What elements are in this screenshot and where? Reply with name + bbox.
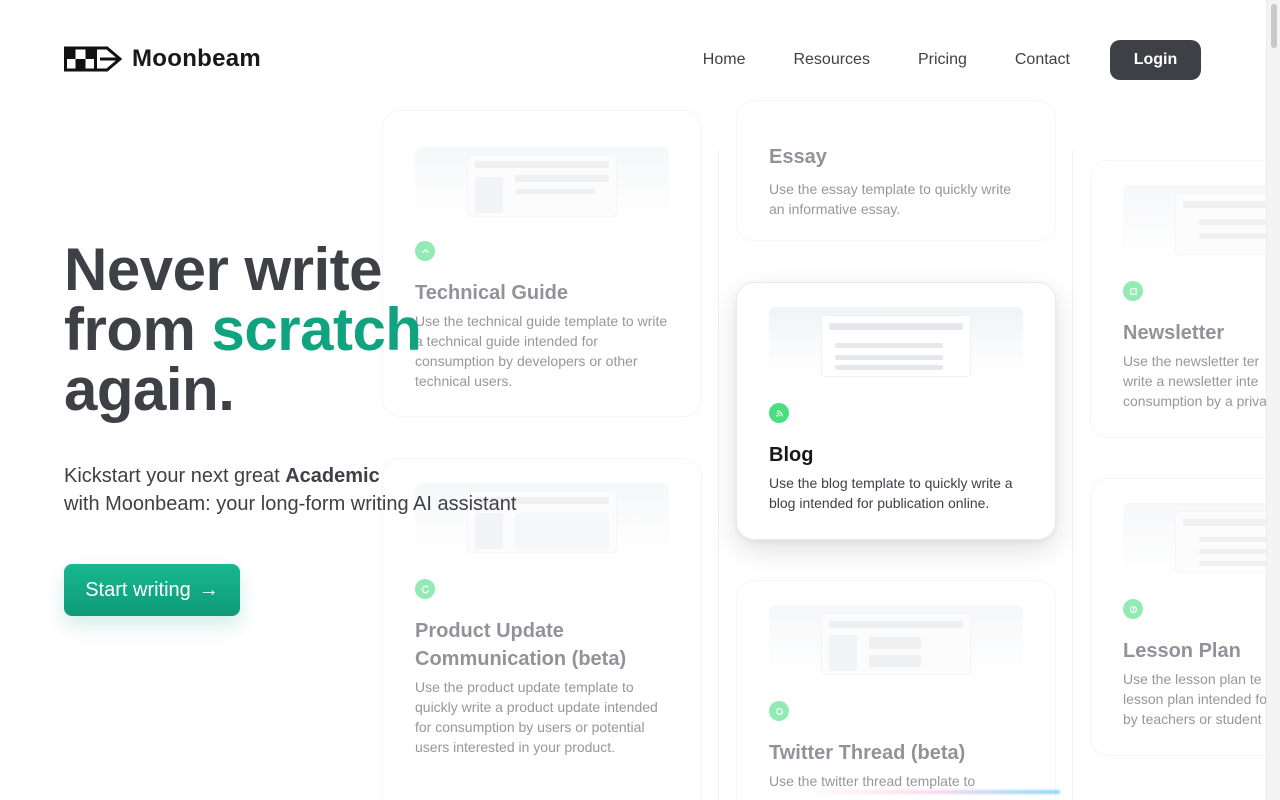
card-title: Twitter Thread (beta) — [769, 742, 966, 764]
arrow-right-icon: → — [198, 578, 219, 601]
card-description: Use the blog template to quickly write a… — [769, 475, 1013, 511]
newspaper-icon — [1123, 281, 1143, 301]
clock-icon — [1123, 599, 1143, 619]
card-blog[interactable]: Blog Use the blog template to quickly wr… — [736, 282, 1056, 540]
moonbeam-logo-icon — [64, 46, 122, 72]
card-thumbnail — [769, 307, 1023, 377]
card-title: Lesson Plan — [1123, 640, 1241, 662]
hero-subtitle-text: Kickstart your next great — [64, 465, 286, 487]
scrollbar-thumb[interactable] — [1271, 4, 1277, 48]
hero-title-text: from — [64, 296, 212, 363]
card-thumbnail — [415, 147, 669, 217]
hero-title-line-1: Never write — [64, 236, 383, 303]
card-thumbnail — [769, 605, 1023, 675]
card-title: Essay — [769, 146, 827, 168]
card-description: Use the product update template to quick… — [415, 679, 658, 755]
card-description: Use the technical guide template to writ… — [415, 313, 668, 389]
hero-title-line-3: again. — [64, 356, 235, 423]
card-thumbnail — [1123, 503, 1266, 573]
page-scrollbar[interactable] — [1266, 0, 1280, 800]
nav-home[interactable]: Home — [703, 40, 746, 80]
card-essay[interactable]: Essay Use the essay template to quickly … — [736, 100, 1056, 241]
login-button[interactable]: Login — [1110, 40, 1201, 80]
card-technical-guide[interactable]: Technical Guide Use the technical guide … — [382, 110, 702, 417]
card-title: Newsletter — [1123, 322, 1225, 344]
card-thumbnail — [1123, 185, 1266, 255]
card-newsletter[interactable]: Newsletter Use the newsletter ter write … — [1090, 160, 1266, 438]
hero-title-accent: scratch — [211, 296, 422, 363]
cta-label: Start writing — [85, 578, 191, 601]
hero-title: Never write from scratch again. — [64, 236, 422, 423]
card-title: Blog — [769, 444, 814, 466]
column-divider — [1072, 150, 1073, 800]
nav-resources[interactable]: Resources — [793, 40, 869, 80]
card-description: Use the lesson plan te lesson plan inten… — [1123, 671, 1266, 727]
card-description: Use the essay template to quickly write … — [769, 181, 1011, 217]
rss-icon — [769, 403, 789, 423]
main-nav: Home Resources Pricing Contact Login — [703, 40, 1201, 80]
card-description: Use the twitter thread template to — [769, 773, 976, 789]
card-title: Product Update Communication (beta) — [415, 620, 627, 670]
nav-pricing[interactable]: Pricing — [918, 40, 967, 80]
chat-icon — [769, 701, 789, 721]
card-title: Technical Guide — [415, 282, 568, 304]
brand-logo[interactable]: Moonbeam — [64, 45, 261, 73]
hero-title-line-2: from scratch — [64, 300, 422, 360]
decorative-glow — [800, 790, 1060, 794]
refresh-icon — [415, 579, 435, 599]
card-description: Use the newsletter ter write a newslette… — [1123, 353, 1266, 409]
site-header: Moonbeam Home Resources Pricing Contact … — [0, 0, 1266, 120]
card-lesson-plan[interactable]: Lesson Plan Use the lesson plan te lesso… — [1090, 478, 1266, 756]
brand-name: Moonbeam — [132, 45, 262, 72]
column-divider — [718, 150, 719, 800]
hero-subtitle: Kickstart your next great Academic with … — [64, 462, 544, 518]
hero-subtitle-text-2: with Moonbeam: your long-form writing AI… — [64, 493, 517, 515]
hero-subtitle-rotating-word: Academic — [285, 465, 380, 487]
card-twitter-thread[interactable]: Twitter Thread (beta) Use the twitter th… — [736, 580, 1056, 800]
nav-contact[interactable]: Contact — [1015, 40, 1070, 80]
start-writing-button[interactable]: Start writing → — [64, 564, 240, 616]
